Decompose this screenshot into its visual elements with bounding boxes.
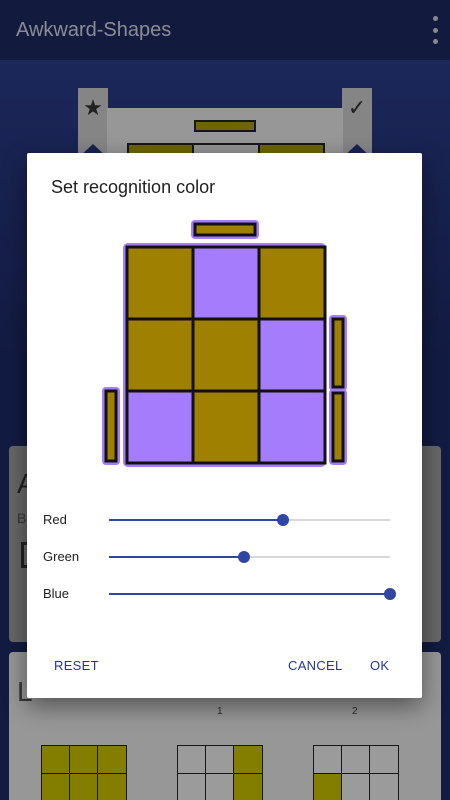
edge-piece-right-lower xyxy=(331,391,345,463)
cancel-button[interactable]: CANCEL xyxy=(282,654,349,677)
cube-cell-2-0 xyxy=(125,389,195,465)
slider-green-label: Green xyxy=(43,549,80,564)
slider-blue[interactable]: Blue xyxy=(27,582,422,606)
recognition-color-dialog: Set recognition color Red Green Blue RES… xyxy=(27,153,422,698)
cube-cell-0-2 xyxy=(257,245,327,321)
slider-blue-thumb[interactable] xyxy=(384,588,396,600)
cube-cell-2-1 xyxy=(191,389,261,465)
cube-cell-2-2 xyxy=(257,389,327,465)
slider-red-fill xyxy=(109,519,284,521)
edge-piece-top xyxy=(193,222,257,237)
slider-blue-label: Blue xyxy=(43,586,70,601)
slider-green-thumb[interactable] xyxy=(237,551,250,563)
cube-cell-1-1 xyxy=(191,317,261,393)
slider-red-thumb[interactable] xyxy=(277,514,290,526)
ok-button[interactable]: OK xyxy=(364,654,395,677)
cube-face-preview xyxy=(102,220,347,467)
slider-blue-track[interactable] xyxy=(109,588,396,600)
slider-green-track[interactable] xyxy=(109,551,390,563)
slider-green-fill xyxy=(109,556,244,558)
slider-red[interactable]: Red xyxy=(27,508,422,532)
cube-cell-1-2 xyxy=(257,317,327,393)
slider-red-track[interactable] xyxy=(109,514,390,526)
cube-cell-1-0 xyxy=(125,317,195,393)
slider-green[interactable]: Green xyxy=(27,545,422,569)
cube-cell-0-1 xyxy=(191,245,261,321)
edge-piece-left xyxy=(104,389,118,463)
slider-red-label: Red xyxy=(43,512,67,527)
slider-blue-fill xyxy=(109,593,390,595)
cube-cell-0-0 xyxy=(125,245,195,321)
reset-button[interactable]: RESET xyxy=(48,654,105,677)
edge-piece-right-upper xyxy=(331,317,345,389)
